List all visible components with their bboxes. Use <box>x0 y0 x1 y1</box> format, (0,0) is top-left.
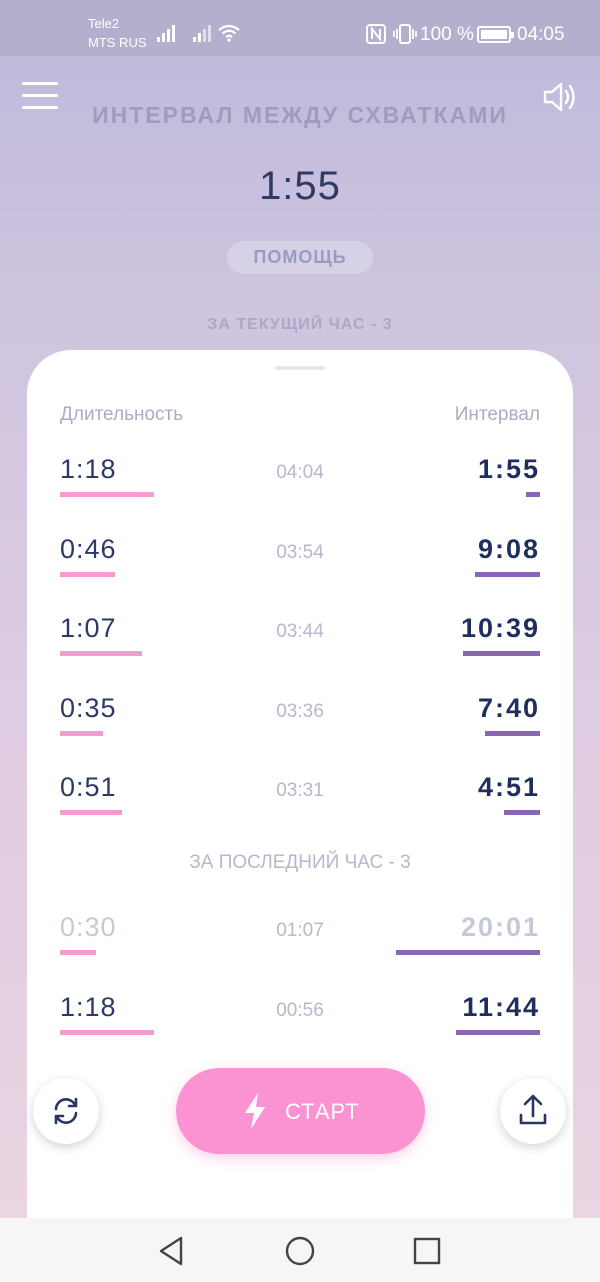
contraction-row[interactable]: 1:18 00:56 11:44 <box>27 992 573 1056</box>
vibrate-icon <box>393 24 417 44</box>
interval-bar <box>396 950 540 955</box>
interval-value: 4:51 <box>477 772 540 802</box>
share-button[interactable] <box>500 1078 566 1144</box>
nfc-icon <box>366 24 386 44</box>
duration-bar <box>60 730 103 736</box>
interval-value: 11:44 <box>462 991 540 1022</box>
carrier-name-2: MTS RUS <box>88 35 147 50</box>
duration-bar <box>60 571 115 577</box>
recents-icon[interactable] <box>410 1234 444 1268</box>
interval-bar <box>526 492 540 497</box>
current-hour-summary: ЗА ТЕКУЩИЙ ЧАС - 3 <box>207 316 393 333</box>
interval-column-header: Интервал <box>454 404 540 425</box>
lightning-icon <box>245 1093 265 1129</box>
help-button[interactable]: ПОМОЩЬ <box>227 241 373 274</box>
drag-handle[interactable] <box>275 366 325 370</box>
interval-bar <box>463 651 540 656</box>
interval-bar <box>485 730 540 736</box>
duration-bar <box>60 810 122 815</box>
interval-value: 1:55 <box>477 454 540 484</box>
interval-bar <box>475 571 540 577</box>
system-nav-bar <box>0 1218 600 1282</box>
last-hour-label: ЗА ПОСЛЕДНИЙ ЧАС - 3 <box>189 852 411 873</box>
interval-value: 20:01 <box>460 912 540 942</box>
status-bar: Tele2 MTS RUS 100 % 04:05 <box>0 0 600 56</box>
battery-icon <box>477 26 514 43</box>
upload-icon <box>519 1094 547 1125</box>
contraction-row[interactable]: 1:18 04:04 1:55 <box>27 454 573 518</box>
interval-bar <box>504 810 540 815</box>
interval-value: 7:40 <box>477 692 540 723</box>
duration-column-header: Длительность <box>60 404 184 425</box>
interval-value: 10:39 <box>460 613 540 643</box>
carrier-name-1: Tele2 <box>88 16 120 31</box>
contraction-row[interactable]: 0:30 01:07 20:01 <box>27 912 573 976</box>
interval-value: 9:08 <box>477 533 540 564</box>
current-interval: 1:55 <box>259 164 341 208</box>
duration-bar <box>60 950 96 955</box>
duration-bar <box>60 651 142 656</box>
duration-bar <box>60 492 154 497</box>
contraction-row[interactable]: 0:51 03:31 4:51 <box>27 772 573 836</box>
page-title: ИНТЕРВАЛ МЕЖДУ СХВАТКАМИ <box>92 102 508 128</box>
reset-button[interactable] <box>33 1078 99 1144</box>
start-button-label: СТАРТ <box>285 1099 360 1124</box>
start-button[interactable]: СТАРТ <box>176 1068 425 1154</box>
wifi-icon <box>218 24 240 42</box>
signal-icon-2 <box>193 22 211 42</box>
contraction-row[interactable]: 0:46 03:54 9:08 <box>27 534 573 598</box>
contraction-row[interactable]: 0:35 03:36 7:40 <box>27 693 573 757</box>
clock: 04:05 <box>517 24 565 45</box>
refresh-icon <box>54 1097 78 1125</box>
home-icon[interactable] <box>283 1234 317 1268</box>
contraction-row[interactable]: 1:07 03:44 10:39 <box>27 613 573 677</box>
back-icon[interactable] <box>155 1234 189 1268</box>
signal-icon <box>157 22 175 42</box>
battery-percent: 100 % <box>420 24 474 45</box>
interval-bar <box>456 1029 540 1035</box>
duration-bar <box>60 1029 154 1035</box>
